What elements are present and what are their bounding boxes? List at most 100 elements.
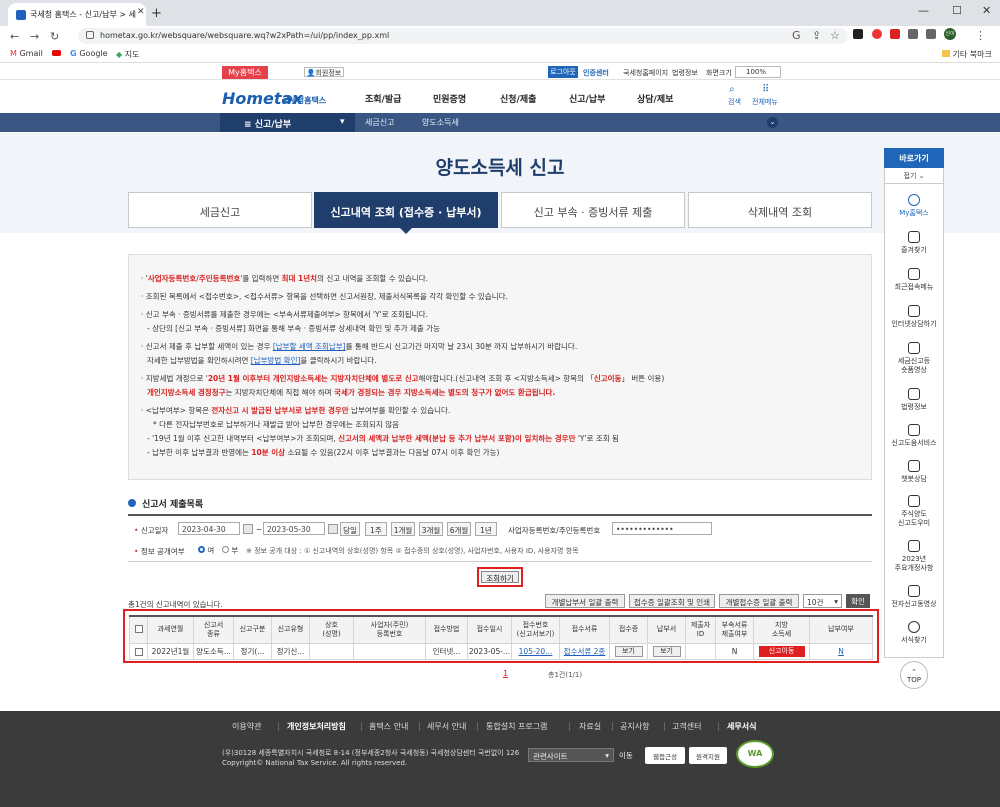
footer-archive[interactable]: 자료실 [579,721,601,732]
tab-tax-filing[interactable]: 세금신고 [128,192,312,228]
location-sub1[interactable]: 세금신고 [365,117,394,128]
tab-filing-history[interactable]: 신고내역 조회 (접수증 · 납부서) [314,192,498,228]
date-to-input[interactable]: 2023-05-30 [263,522,325,535]
chrome-menu-icon[interactable]: ⋮ [975,29,986,42]
period-today-button[interactable]: 당일 [340,522,360,536]
bulk-receipt-print-button[interactable]: 개별접수증 일괄 출력 [719,594,799,608]
quick-fold-button[interactable]: 접기 ⌄ [884,168,944,184]
all-menu-icon[interactable]: ⠿ [762,84,769,95]
period-1week-button[interactable]: 1주 [365,522,387,536]
bulk-receipt-view-button[interactable]: 접수증 일괄조회 및 인쇄 [629,594,715,608]
bookmark-star-icon[interactable]: ☆ [830,29,840,42]
remote-support-button[interactable]: 원격지원 [689,747,727,764]
bookmark-other[interactable]: 기타 북마크 [942,49,992,60]
calendar-icon[interactable] [243,524,253,534]
cell-docs[interactable]: 접수서류 2종 [559,642,610,660]
footer-tax-office[interactable]: 세무서 안내 [427,721,466,732]
location-sub2[interactable]: 양도소득세 [422,117,459,128]
bookmark-youtube[interactable] [52,49,61,58]
browser-tab[interactable]: 국세청 홈택스 - 신고/납부 > 세 ✕ [8,3,146,26]
bookmark-maps[interactable]: ◆ 지도 [116,49,139,60]
youtube-extension-icon[interactable] [890,29,900,39]
maximize-icon[interactable]: ☐ [952,4,962,17]
minimize-icon[interactable]: — [918,4,929,17]
nts-homepage-link[interactable]: 국세청홈페이지 [623,68,668,78]
footer-terms[interactable]: 이용약관 [232,721,261,732]
footer-tax-forms[interactable]: 세무서식 [727,721,756,732]
public-no-radio[interactable]: 부 [222,545,238,556]
receipt-no-link[interactable]: 105-20... [519,647,553,656]
tax-payable-link[interactable]: [납부할 세액 조회납부] [273,342,346,351]
quick-online-consult[interactable]: 인터넷상담하기 [885,305,943,329]
id-input[interactable]: ••••••••••••• [612,522,712,535]
search-link[interactable]: 검색 [728,97,741,107]
quick-chatbot[interactable]: 챗봇상담 [885,460,943,484]
puzzle-icon[interactable] [908,29,918,39]
gnb-consult[interactable]: 상담/제보 [637,92,673,105]
select-all-checkbox[interactable] [129,615,148,644]
period-3month-button[interactable]: 3개월 [419,522,443,536]
extension-icon[interactable] [853,29,863,39]
row-checkbox[interactable] [129,642,148,660]
logout-button[interactable]: 로그아웃 [548,66,578,78]
paid-link[interactable]: N [838,647,844,656]
lock-icon[interactable] [86,31,94,39]
quick-recent[interactable]: 최근접속메뉴 [885,268,943,292]
reload-icon[interactable]: ↻ [50,30,59,43]
url-input[interactable]: hometax.go.kr/websquare/websquare.wq?w2x… [78,28,848,44]
page-1-link[interactable]: 1 [503,669,508,678]
period-6month-button[interactable]: 6개월 [447,522,471,536]
tab-attachment-submit[interactable]: 신고 부속 · 증빙서류 제출 [501,192,685,228]
receipt-view-button[interactable]: 보기 [614,645,643,657]
google-lens-icon[interactable]: G [792,29,801,42]
all-menu-link[interactable]: 전체메뉴 [752,97,778,107]
quick-myhome[interactable]: My홈택스 [885,194,943,218]
gnb-filing-payment[interactable]: 신고/납부 [569,92,605,105]
search-button[interactable]: 조회하기 [481,571,519,583]
top-button[interactable]: ⌃ TOP [900,661,928,689]
member-info-link[interactable]: 👤회원정보 [304,67,344,77]
zoom-select[interactable]: 100% [735,66,781,78]
docs-link[interactable]: 접수서류 2종 [564,647,606,656]
date-from-input[interactable]: 2023-04-30 [178,522,240,535]
page-size-ok-button[interactable]: 확인 [846,594,870,608]
go-button[interactable]: 이동 [619,750,633,761]
quick-stock-helper[interactable]: 주식양도 신고도우미 [885,495,943,528]
quick-favorites[interactable]: 즐겨찾기 [885,231,943,255]
related-sites-select[interactable]: 관련사이트 ▾ [528,748,614,762]
gnb-application[interactable]: 신청/제출 [500,92,536,105]
law-info-link[interactable]: 법령정보 [672,68,698,78]
public-yes-radio[interactable]: 여 [198,545,214,556]
cert-center-link[interactable]: 인증센터 [583,68,609,78]
footer-notice[interactable]: 공지사항 [620,721,649,732]
cell-receipt-no[interactable]: 105-20... [511,642,560,660]
new-tab-icon[interactable]: + [151,6,162,21]
quick-revision[interactable]: 2023년 주요개정사항 [885,540,943,573]
profile-avatar[interactable]: 신이 [944,28,956,40]
location-main[interactable]: ≡ 신고/납부 ▾ [220,113,355,132]
chevron-down-icon[interactable]: ⌄ [767,117,778,128]
quick-video[interactable]: 전자신고동영상 [885,585,943,609]
quick-forms[interactable]: 서식찾기 [885,621,943,645]
period-1month-button[interactable]: 1개월 [391,522,415,536]
local-tax-move-button[interactable]: 신고이동 [758,645,805,657]
forward-icon[interactable]: → [30,30,39,43]
period-1year-button[interactable]: 1년 [475,522,497,536]
quick-shortform[interactable]: 세금신고등 숏폼영상 [885,342,943,375]
gnb-certificate[interactable]: 민원증명 [433,92,466,105]
gnb-inquiry[interactable]: 조회/발급 [365,92,401,105]
bookmark-google[interactable]: G Google [70,49,108,58]
tab-deleted-history[interactable]: 삭제내역 조회 [688,192,872,228]
calendar-icon[interactable] [328,524,338,534]
footer-hometax-guide[interactable]: 홈택스 안내 [369,721,408,732]
bookmark-gmail[interactable]: M Gmail [10,49,43,58]
page-size-select[interactable]: 10건 ▾ [803,594,842,608]
footer-customer[interactable]: 고객센터 [672,721,701,732]
bill-view-button[interactable]: 보기 [652,645,681,657]
tab-close-icon[interactable]: ✕ [137,7,145,17]
back-icon[interactable]: ← [10,30,19,43]
search-icon[interactable]: ⌕ [729,84,735,95]
hometax-logo[interactable]: Hometax 국세청홈택스 [222,83,332,109]
quick-filing-help[interactable]: 신고도움서비스 [885,424,943,448]
payment-method-link[interactable]: [납부방법 확인] [251,356,301,365]
